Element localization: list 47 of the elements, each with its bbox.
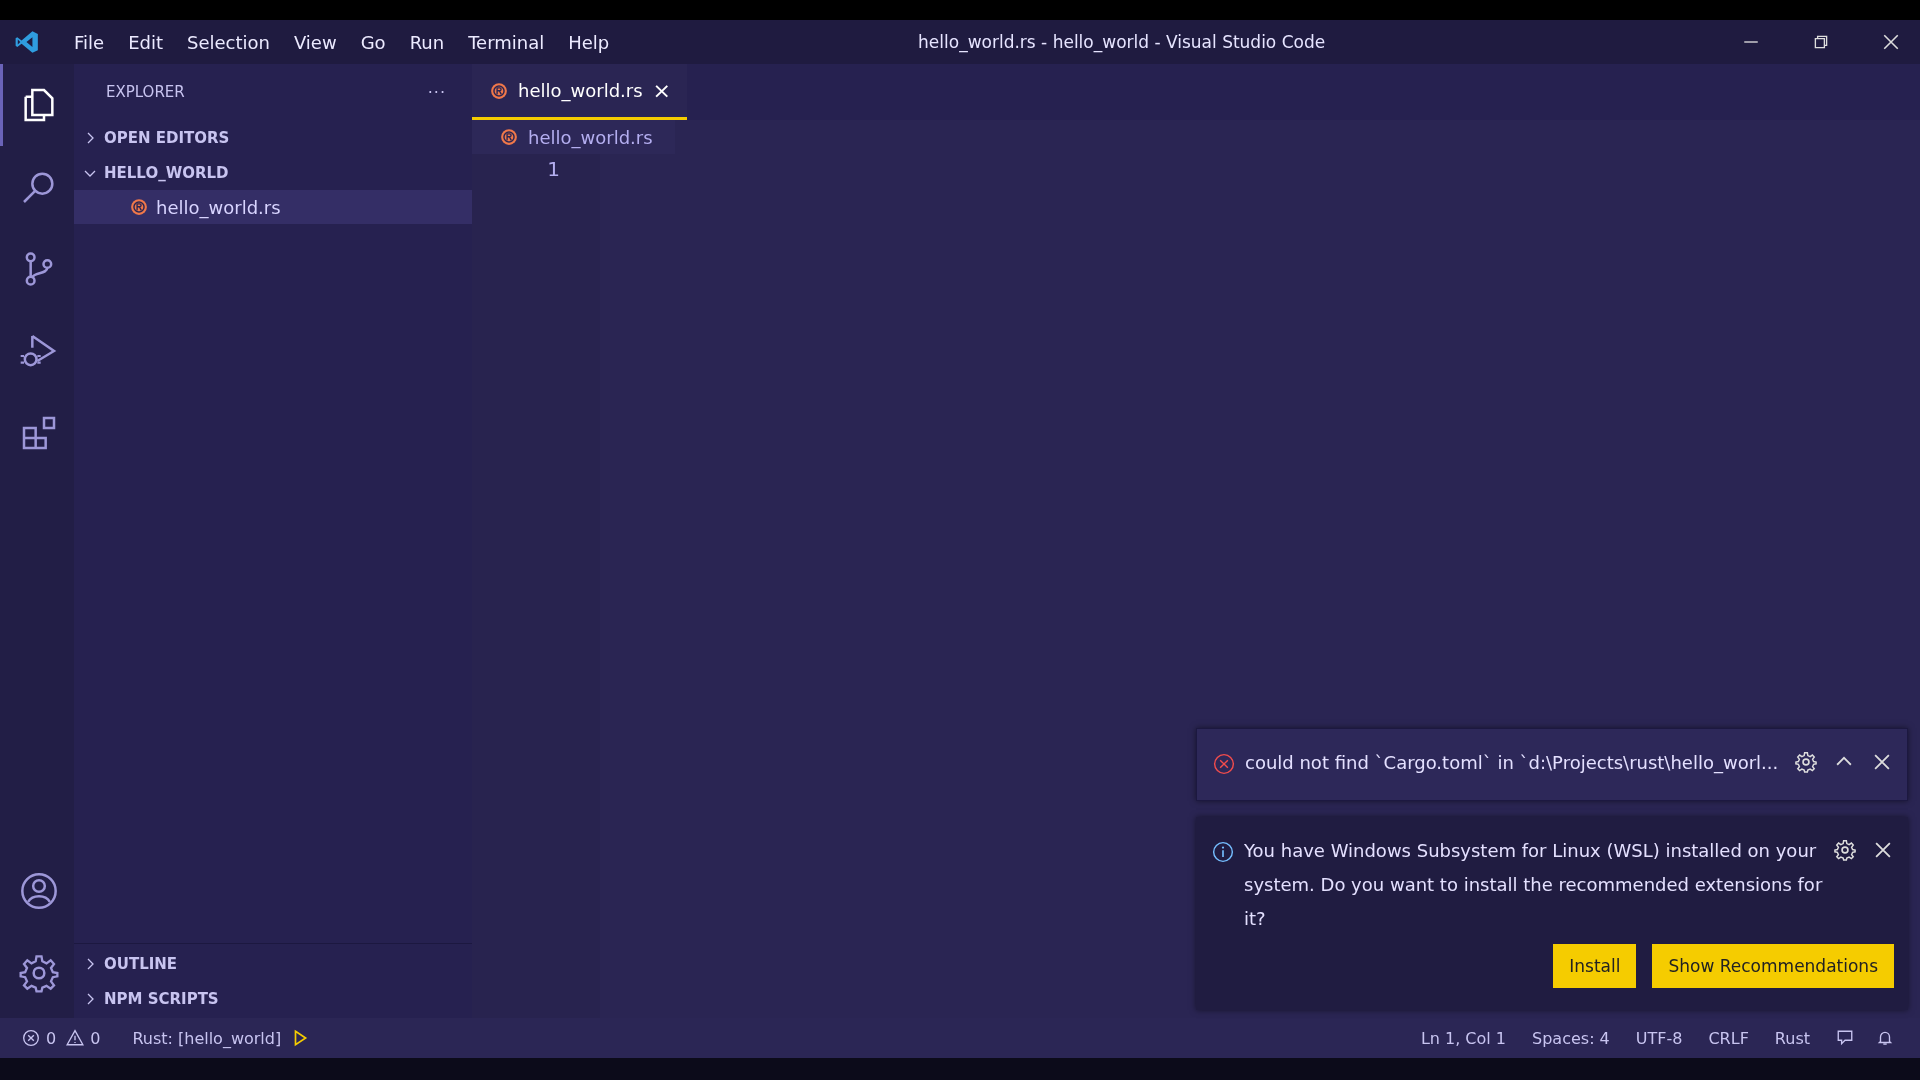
section-header[interactable]: OPEN EDITORS — [74, 120, 472, 155]
menu-item[interactable]: Go — [348, 31, 398, 53]
menu-item[interactable]: File — [62, 31, 117, 53]
rust-file-icon — [500, 128, 518, 146]
menu-item[interactable]: View — [281, 31, 349, 53]
settings-icon[interactable] — [1795, 751, 1817, 773]
settings-icon[interactable] — [18, 953, 59, 993]
settings-icon[interactable] — [1834, 839, 1856, 861]
breadcrumb[interactable]: hello_world.rs — [472, 120, 675, 154]
more-actions-button[interactable]: ··· — [427, 82, 446, 102]
info-icon — [1212, 841, 1234, 863]
close-icon[interactable] — [1882, 33, 1900, 51]
app-logo-icon — [14, 29, 40, 55]
notification-message: You have Windows Subsystem for Linux (WSL) installed on your system. Do you want to install the recommended extensions for it? — [1244, 839, 1824, 931]
section-header[interactable]: HELLO_WORLD — [74, 155, 472, 190]
status-item[interactable]: Spaces: 4 — [1532, 1028, 1610, 1048]
notification-button[interactable]: Show Recommendations — [1652, 944, 1894, 988]
error-count[interactable]: 0 — [46, 1028, 57, 1048]
editor-tab[interactable]: hello_world.rs × — [472, 64, 687, 120]
status-item[interactable]: CRLF — [1708, 1028, 1749, 1048]
notification-message: could not find `Cargo.toml` in `d:\Projects\rust\hello_worl... — [1245, 751, 1780, 776]
status-target[interactable]: Rust: [hello_world] — [132, 1028, 282, 1048]
status-item[interactable]: UTF-8 — [1635, 1028, 1683, 1048]
rust-file-icon — [130, 198, 148, 216]
menu-item[interactable]: Help — [556, 31, 622, 53]
menu-item[interactable]: Run — [397, 31, 457, 53]
warning-count[interactable]: 0 — [90, 1028, 101, 1048]
error-icon[interactable] — [22, 1029, 40, 1047]
file-tree-item[interactable]: hello_world.rs — [74, 190, 472, 224]
notification-button[interactable]: Install — [1553, 944, 1637, 988]
rust-file-icon — [490, 81, 508, 100]
error-icon — [1213, 753, 1235, 775]
status-item[interactable]: Ln 1, Col 1 — [1420, 1028, 1507, 1048]
menu-item[interactable]: Edit — [116, 31, 175, 53]
section-header[interactable]: NPM SCRIPTS — [74, 981, 472, 1016]
bell-icon[interactable] — [1876, 1029, 1894, 1047]
warning-icon[interactable] — [66, 1029, 85, 1047]
account-icon[interactable] — [18, 871, 59, 911]
restore-icon[interactable] — [1812, 33, 1830, 51]
menu-item[interactable]: Terminal — [456, 31, 557, 53]
sidebar-title: EXPLORER — [106, 83, 185, 101]
feedback-icon[interactable] — [1836, 1029, 1854, 1047]
menu-item[interactable]: Selection — [175, 31, 282, 53]
window-title: hello_world.rs - hello_world - Visual Studio Code — [918, 32, 1326, 52]
line-number: 1 — [547, 156, 560, 183]
section-header[interactable]: OUTLINE — [74, 946, 472, 981]
status-item[interactable]: Rust — [1774, 1028, 1810, 1048]
